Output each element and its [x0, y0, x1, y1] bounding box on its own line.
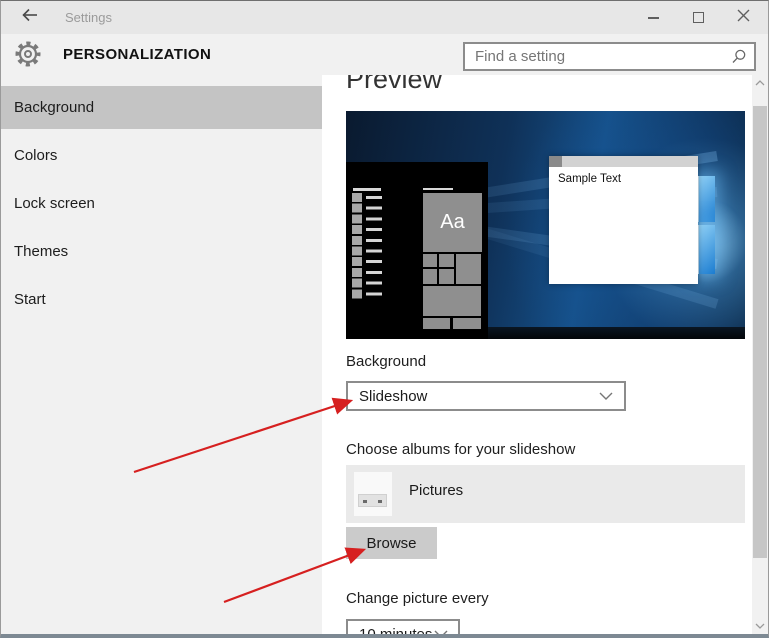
start-menu-mockup: Aa [346, 162, 488, 339]
sidebar-item-label: Themes [14, 243, 69, 260]
scroll-down-button[interactable] [752, 618, 768, 634]
menu-app-labels [366, 196, 382, 303]
tiles-header-line [423, 188, 453, 190]
album-name: Pictures [409, 482, 464, 499]
close-button[interactable] [721, 1, 766, 34]
scrollbar [752, 75, 768, 634]
window-controls [631, 1, 766, 34]
scrollbar-thumb[interactable] [753, 106, 767, 558]
menu-app-icons [352, 193, 362, 300]
sample-window-titlebar [549, 156, 698, 167]
tile-medium [456, 254, 481, 284]
maximize-icon [693, 12, 704, 23]
sidebar-item-colors[interactable]: Colors [1, 134, 322, 177]
sidebar-item-lock-screen[interactable]: Lock screen [1, 182, 322, 225]
gear-icon [14, 40, 42, 73]
tile-small [453, 318, 481, 329]
album-thumbnail-icon [354, 472, 392, 516]
settings-window: Settings PERSONALIZATION Find a setting … [0, 0, 769, 638]
tile-quad [423, 254, 454, 284]
browse-button[interactable]: Browse [346, 527, 437, 559]
chevron-down-icon [434, 630, 448, 634]
windows-logo-pane [698, 176, 715, 222]
albums-label: Choose albums for your slideshow [346, 441, 576, 458]
page-header: PERSONALIZATION [1, 34, 768, 75]
tile-aa: Aa [423, 193, 482, 252]
change-picture-dropdown[interactable]: 10 minutes [346, 619, 460, 634]
background-preview-image: Aa Sample Text [346, 111, 745, 339]
background-label: Background [346, 353, 427, 370]
search-box [463, 42, 756, 71]
sidebar-item-themes[interactable]: Themes [1, 230, 322, 273]
sidebar-item-start[interactable]: Start [1, 278, 322, 321]
maximize-button[interactable] [676, 1, 721, 34]
chevron-down-icon [599, 392, 613, 400]
search-input[interactable] [465, 48, 731, 65]
tile-wide [423, 286, 481, 316]
sample-window-text: Sample Text [558, 173, 622, 185]
minimize-icon [648, 16, 659, 19]
page-title: PERSONALIZATION [63, 46, 212, 63]
background-dropdown-value: Slideshow [359, 387, 428, 405]
album-row-pictures[interactable]: Pictures [346, 465, 745, 523]
photo-mark [378, 500, 382, 503]
back-arrow-icon [20, 7, 40, 28]
chevron-down-icon [755, 623, 765, 629]
photo-placeholder-icon [358, 494, 387, 507]
minimize-button[interactable] [631, 1, 676, 34]
sidebar: Background Colors Lock screen Themes Sta… [1, 75, 322, 634]
window-title: Settings [65, 10, 112, 25]
sidebar-item-label: Background [14, 99, 95, 116]
main-content: Preview Aa Sample Text Background Slides… [322, 75, 753, 634]
sample-window-corner [549, 156, 562, 167]
change-picture-value: 10 minutes [359, 625, 433, 635]
menu-header-line [353, 188, 381, 191]
preview-heading: Preview [346, 75, 443, 94]
close-icon [737, 9, 750, 27]
windows-logo-pane [698, 225, 715, 274]
change-picture-label: Change picture every [346, 590, 489, 607]
sidebar-item-label: Start [14, 291, 46, 308]
sidebar-item-background[interactable]: Background [1, 86, 322, 129]
search-icon[interactable] [731, 49, 747, 65]
background-dropdown[interactable]: Slideshow [346, 381, 626, 411]
sample-window-mockup: Sample Text [549, 156, 698, 284]
sidebar-item-label: Colors [14, 147, 58, 164]
back-button[interactable] [13, 1, 47, 34]
tile-small [423, 318, 450, 329]
scroll-up-button[interactable] [752, 75, 768, 91]
sidebar-item-label: Lock screen [14, 195, 95, 212]
photo-mark [363, 500, 367, 503]
title-bar: Settings [1, 1, 768, 34]
chevron-up-icon [755, 80, 765, 86]
